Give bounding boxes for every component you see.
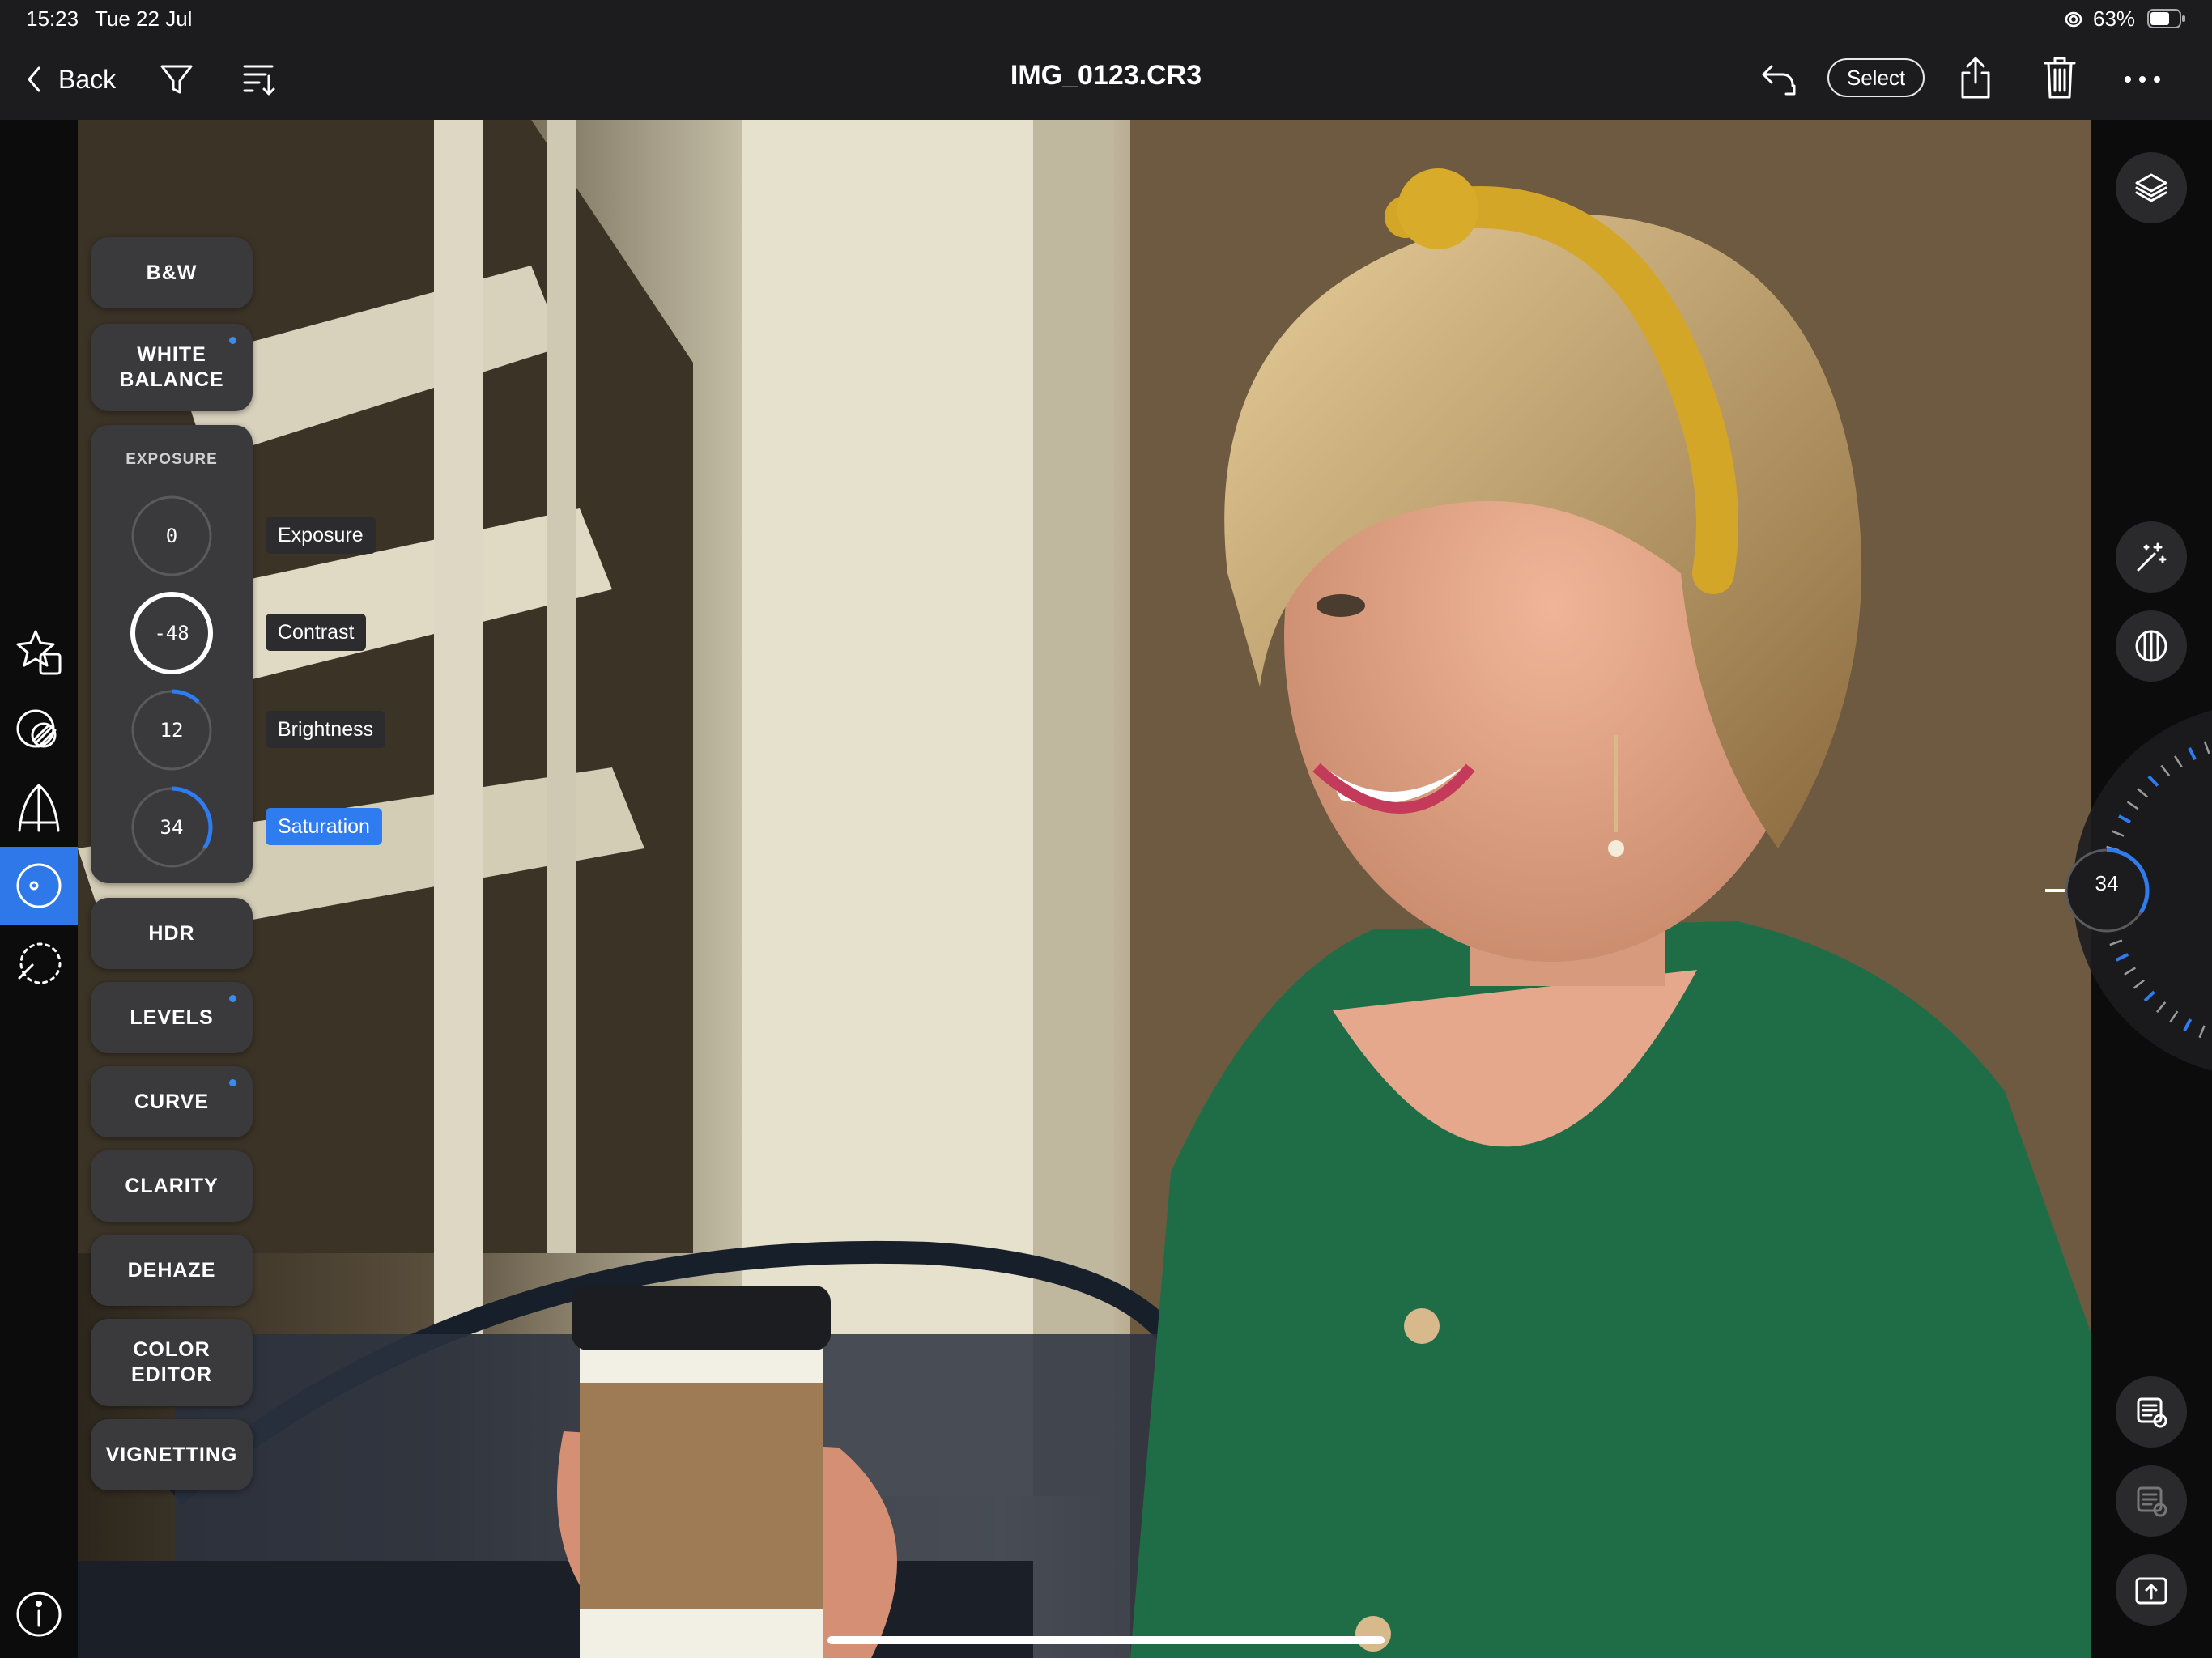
curve-tool-button[interactable]: CURVE xyxy=(91,1066,253,1137)
status-date: Tue 22 Jul xyxy=(95,6,193,31)
paste-adjustments-button[interactable] xyxy=(2116,1465,2187,1537)
bw-label: B&W xyxy=(146,261,198,284)
sort-button[interactable] xyxy=(236,57,282,102)
vignetting-label: VIGNETTING xyxy=(105,1443,238,1466)
battery-percent: 63% xyxy=(2093,6,2136,31)
modified-indicator xyxy=(229,1079,236,1086)
exposure-panel: EXPOSURE 0 -48 12 34 xyxy=(91,425,253,883)
magic-wand-icon xyxy=(2137,542,2167,572)
brightness-slider-label[interactable]: Brightness xyxy=(266,711,386,748)
auto-adjust-button[interactable] xyxy=(2116,521,2187,593)
mask-icon xyxy=(16,709,57,748)
battery-icon xyxy=(2147,9,2185,28)
color-editor-label: COLOR EDITOR xyxy=(131,1338,212,1386)
white-balance-tool-button[interactable]: WHITE BALANCE xyxy=(91,324,253,411)
status-time: 15:23 xyxy=(26,6,79,31)
presets-icon xyxy=(16,630,62,675)
modified-indicator xyxy=(229,337,236,344)
value-dial[interactable]: 34 xyxy=(2024,704,2212,1077)
exposure-heading: EXPOSURE xyxy=(125,451,218,468)
white-balance-label: WHITE BALANCE xyxy=(119,343,224,391)
exposure-knob[interactable]: 0 xyxy=(130,494,214,578)
filter-button[interactable] xyxy=(154,57,199,102)
compare-icon xyxy=(2135,630,2167,662)
brightness-knob[interactable]: 12 xyxy=(130,688,214,772)
undo-icon xyxy=(1762,65,1796,96)
presets-button[interactable] xyxy=(0,614,78,691)
hdr-label: HDR xyxy=(148,921,195,945)
home-indicator[interactable] xyxy=(827,1636,1385,1644)
adjust-icon xyxy=(16,863,62,908)
saturation-knob[interactable]: 34 xyxy=(130,785,214,869)
status-bar: 15:23 Tue 22 Jul 63% xyxy=(0,0,2212,39)
levels-label: LEVELS xyxy=(130,1005,214,1029)
saturation-knob-value: 34 xyxy=(160,816,184,839)
exposure-slider-label[interactable]: Exposure xyxy=(266,517,376,554)
navigation-bar: Back IMG_0123.CR3 Select xyxy=(0,39,2212,120)
contrast-knob-value: -48 xyxy=(154,622,189,644)
exposure-knob-value: 0 xyxy=(165,525,178,547)
delete-button[interactable] xyxy=(2037,53,2082,102)
personal-hotspot-icon xyxy=(2065,11,2082,28)
clarity-label: CLARITY xyxy=(125,1174,219,1197)
dehaze-tool-button[interactable]: DEHAZE xyxy=(91,1235,253,1306)
edited-photo xyxy=(78,120,2091,1658)
bw-tool-button[interactable]: B&W xyxy=(91,237,253,308)
paste-adjustments-icon xyxy=(2137,1486,2167,1517)
clarity-tool-button[interactable]: CLARITY xyxy=(91,1150,253,1222)
dehaze-label: DEHAZE xyxy=(127,1258,216,1282)
perspective-icon xyxy=(18,784,60,832)
back-button[interactable]: Back xyxy=(23,57,116,102)
copy-adjustments-icon xyxy=(2137,1397,2167,1428)
more-icon xyxy=(2125,76,2160,83)
hdr-tool-button[interactable]: HDR xyxy=(91,898,253,969)
trash-icon xyxy=(2044,57,2076,99)
filter-icon xyxy=(160,65,193,94)
layers-icon xyxy=(2135,173,2167,202)
share-icon xyxy=(1961,57,1990,99)
contrast-slider-label[interactable]: Contrast xyxy=(266,614,367,651)
left-tool-rail xyxy=(0,120,78,1658)
back-chevron-icon xyxy=(28,66,40,92)
more-button[interactable] xyxy=(2120,57,2165,102)
dial-value: 34 xyxy=(2095,871,2119,895)
select-button[interactable]: Select xyxy=(1827,58,1925,97)
contrast-knob[interactable]: -48 xyxy=(130,591,214,675)
export-button[interactable] xyxy=(2116,1554,2187,1626)
back-label: Back xyxy=(58,64,117,94)
share-button[interactable] xyxy=(1953,53,1998,102)
mask-tool-button[interactable] xyxy=(0,691,78,769)
copy-adjustments-button[interactable] xyxy=(2116,1376,2187,1448)
retouch-tool-button[interactable] xyxy=(0,925,78,1002)
retouch-icon xyxy=(18,942,62,984)
layers-button[interactable] xyxy=(2116,152,2187,223)
modified-indicator xyxy=(229,995,236,1002)
geometry-tool-button[interactable] xyxy=(0,769,78,847)
undo-button[interactable] xyxy=(1755,57,1801,102)
levels-tool-button[interactable]: LEVELS xyxy=(91,982,253,1053)
info-button[interactable] xyxy=(0,1575,78,1653)
brightness-knob-value: 12 xyxy=(160,719,184,742)
compare-button[interactable] xyxy=(2116,610,2187,682)
adjust-tool-button[interactable] xyxy=(0,847,78,925)
curve-label: CURVE xyxy=(134,1090,210,1113)
saturation-slider-label[interactable]: Saturation xyxy=(266,808,382,845)
photo-canvas[interactable] xyxy=(78,120,2091,1658)
export-icon xyxy=(2135,1577,2167,1605)
info-icon xyxy=(16,1592,62,1637)
sort-icon xyxy=(243,65,275,96)
vignetting-tool-button[interactable]: VIGNETTING xyxy=(91,1419,253,1490)
color-editor-tool-button[interactable]: COLOR EDITOR xyxy=(91,1319,253,1406)
